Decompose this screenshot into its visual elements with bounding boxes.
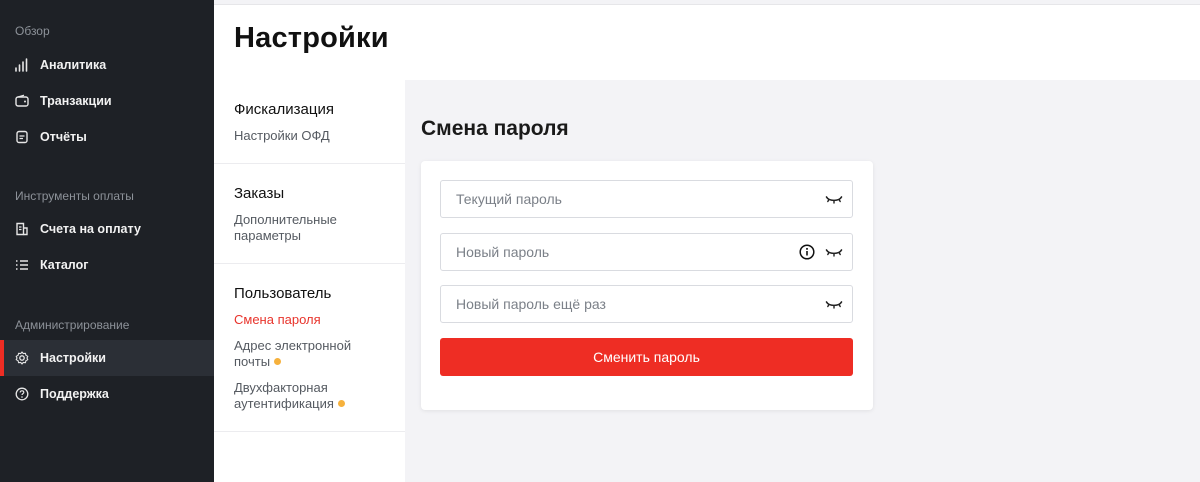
sidebar-item-label: Настройки [40,351,106,365]
settings-nav: Фискализация Настройки ОФД Заказы Дополн… [214,80,405,482]
sidebar-section-admin: Администрирование [15,318,130,332]
settings-group-orders: Заказы Дополнительные параметры [214,164,405,264]
settings-group-fiscal: Фискализация Настройки ОФД [214,80,405,164]
sidebar-item-label: Каталог [40,258,89,272]
sidebar: Обзор Аналитика Транзакции Отчёты Инстру… [0,0,214,482]
current-password-field [440,180,853,218]
info-icon[interactable] [799,244,815,260]
sidebar-item-label: Поддержка [40,387,109,401]
settings-link-label: Адрес электронной почты [234,338,352,369]
repeat-password-input[interactable] [441,286,771,322]
eye-closed-icon[interactable] [825,297,843,311]
page-title: Настройки [234,22,389,54]
sidebar-item-invoices[interactable]: Счета на оплату [0,211,214,247]
attention-dot [337,400,345,407]
settings-link-change-password[interactable]: Смена пароля [234,312,394,328]
current-password-input[interactable] [441,181,771,217]
wallet-icon [15,94,29,108]
settings-link-label: Двухфакторная аутентификация [234,380,334,411]
page-header: Настройки [214,4,1200,80]
sidebar-item-catalog[interactable]: Каталог [0,247,214,283]
attention-dot [274,358,282,365]
settings-link-email[interactable]: Адрес электронной почты [234,338,364,370]
new-password-field [440,233,853,271]
section-title: Смена пароля [421,117,569,140]
change-password-form: Сменить пароль [421,161,873,410]
change-password-button[interactable]: Сменить пароль [440,338,853,376]
help-circle-icon [15,387,29,401]
list-icon [15,258,29,272]
sidebar-item-label: Отчёты [40,130,87,144]
settings-link-extra-params[interactable]: Дополнительные параметры [234,212,394,244]
sidebar-item-settings[interactable]: Настройки [0,340,214,376]
sidebar-item-reports[interactable]: Отчёты [0,119,214,155]
invoice-icon [15,222,29,236]
sidebar-item-transactions[interactable]: Транзакции [0,83,214,119]
settings-group-title: Фискализация [234,101,334,118]
settings-group-title: Заказы [234,185,285,202]
sidebar-item-support[interactable]: Поддержка [0,376,214,412]
sidebar-item-label: Транзакции [40,94,112,108]
sidebar-item-analytics[interactable]: Аналитика [0,47,214,83]
repeat-password-field [440,285,853,323]
sidebar-section-overview: Обзор [15,24,50,38]
eye-closed-icon[interactable] [825,192,843,206]
settings-link-2fa[interactable]: Двухфакторная аутентификация [234,380,354,412]
eye-closed-icon[interactable] [825,245,843,259]
sidebar-item-label: Аналитика [40,58,107,72]
settings-group-title: Пользователь [234,285,332,302]
chart-bars-icon [15,58,29,72]
settings-link-ofd[interactable]: Настройки ОФД [234,128,394,144]
sidebar-section-payment-tools: Инструменты оплаты [15,189,134,203]
report-icon [15,130,29,144]
new-password-input[interactable] [441,234,771,270]
gear-icon [15,351,29,365]
sidebar-item-label: Счета на оплату [40,222,141,236]
settings-group-user: Пользователь Смена пароля Адрес электрон… [214,264,405,432]
